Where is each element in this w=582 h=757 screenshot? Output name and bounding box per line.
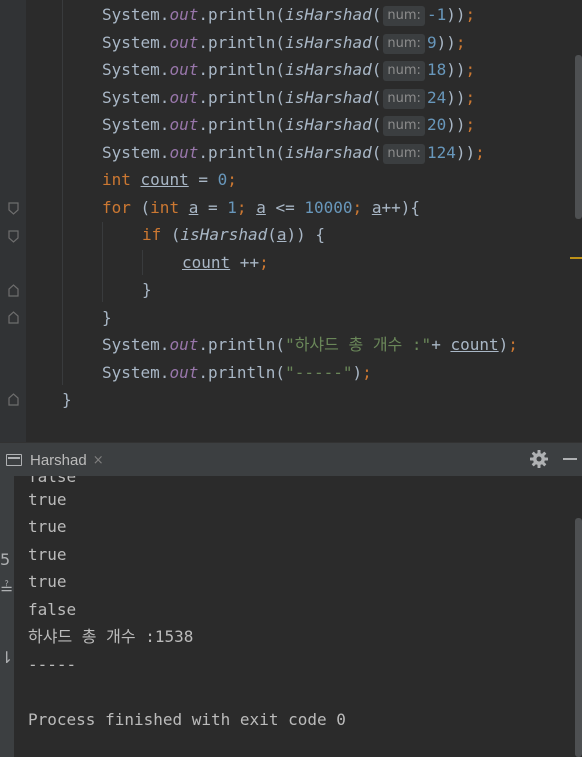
close-icon[interactable]: ×: [93, 453, 104, 468]
parameter-hint: num:: [383, 144, 425, 164]
indent-guide: [62, 0, 63, 385]
code-line: }: [142, 280, 152, 299]
tab-harshad[interactable]: Harshad ×: [0, 443, 104, 477]
soft-wrap-icon[interactable]: 5: [0, 550, 14, 570]
gear-icon[interactable]: [529, 449, 549, 469]
console-icon: [6, 454, 22, 466]
parameter-hint: num:: [383, 116, 425, 136]
console-line: 하샤드 총 개수 :1538: [28, 627, 194, 646]
exit-message: Process finished with exit code 0: [28, 710, 346, 729]
code-line: System.out.println("하샤드 총 개수 :"+ count);: [102, 335, 518, 354]
minimize-icon[interactable]: [563, 458, 577, 460]
parameter-hint: num:: [383, 61, 425, 81]
scrollbar-marker[interactable]: [570, 257, 582, 259]
editor-gutter: [0, 0, 26, 442]
console-line: true: [28, 572, 67, 591]
pin-icon[interactable]: ⇂: [0, 648, 14, 668]
tab-label: Harshad: [30, 451, 87, 469]
parameter-hint: num:: [383, 6, 425, 26]
console-output[interactable]: 5 ≟ ⇂ false true true true true false 하샤…: [0, 476, 582, 757]
fold-open-icon[interactable]: [8, 202, 19, 215]
code-line: if (isHarshad(a)) {: [142, 225, 326, 244]
fold-close-icon[interactable]: [8, 393, 19, 406]
code-line: count ++;: [182, 253, 269, 272]
fold-close-icon[interactable]: [8, 311, 19, 324]
parameter-hint: num:: [383, 34, 425, 54]
fold-open-icon[interactable]: [8, 230, 19, 243]
code-line: System.out.println(isHarshad(num: -1));: [102, 5, 476, 26]
code-line: }: [62, 390, 72, 409]
code-line: int count = 0;: [102, 170, 237, 189]
indent-guide: [102, 222, 103, 302]
code-line: for (int a = 1; a <= 10000; a++){: [102, 198, 420, 217]
editor-scrollbar[interactable]: [575, 55, 582, 219]
parameter-hint: num:: [383, 89, 425, 109]
console-line: -----: [28, 655, 77, 674]
code-line: System.out.println(isHarshad(num: 124));: [102, 143, 485, 164]
console-line: true: [28, 517, 67, 536]
code-line: System.out.println("-----");: [102, 363, 372, 382]
indent-guide: [142, 250, 143, 275]
code-editor[interactable]: System.out.println(isHarshad(num: -1)); S…: [0, 0, 582, 442]
console-toolbar: 5 ≟ ⇂: [0, 476, 14, 757]
code-line: System.out.println(isHarshad(num: 24));: [102, 88, 476, 109]
code-line: System.out.println(isHarshad(num: 20));: [102, 115, 476, 136]
console-line: true: [28, 490, 67, 509]
fold-close-icon[interactable]: [8, 284, 19, 297]
code-line: System.out.println(isHarshad(num: 9));: [102, 33, 466, 54]
run-tool-window-header: Harshad ×: [0, 442, 582, 476]
console-scrollbar[interactable]: [575, 518, 582, 757]
console-line: false: [28, 600, 77, 619]
code-line: System.out.println(isHarshad(num: 18));: [102, 60, 476, 81]
code-line: }: [102, 308, 112, 327]
scroll-to-end-icon[interactable]: ≟: [0, 579, 14, 599]
console-line: true: [28, 545, 67, 564]
